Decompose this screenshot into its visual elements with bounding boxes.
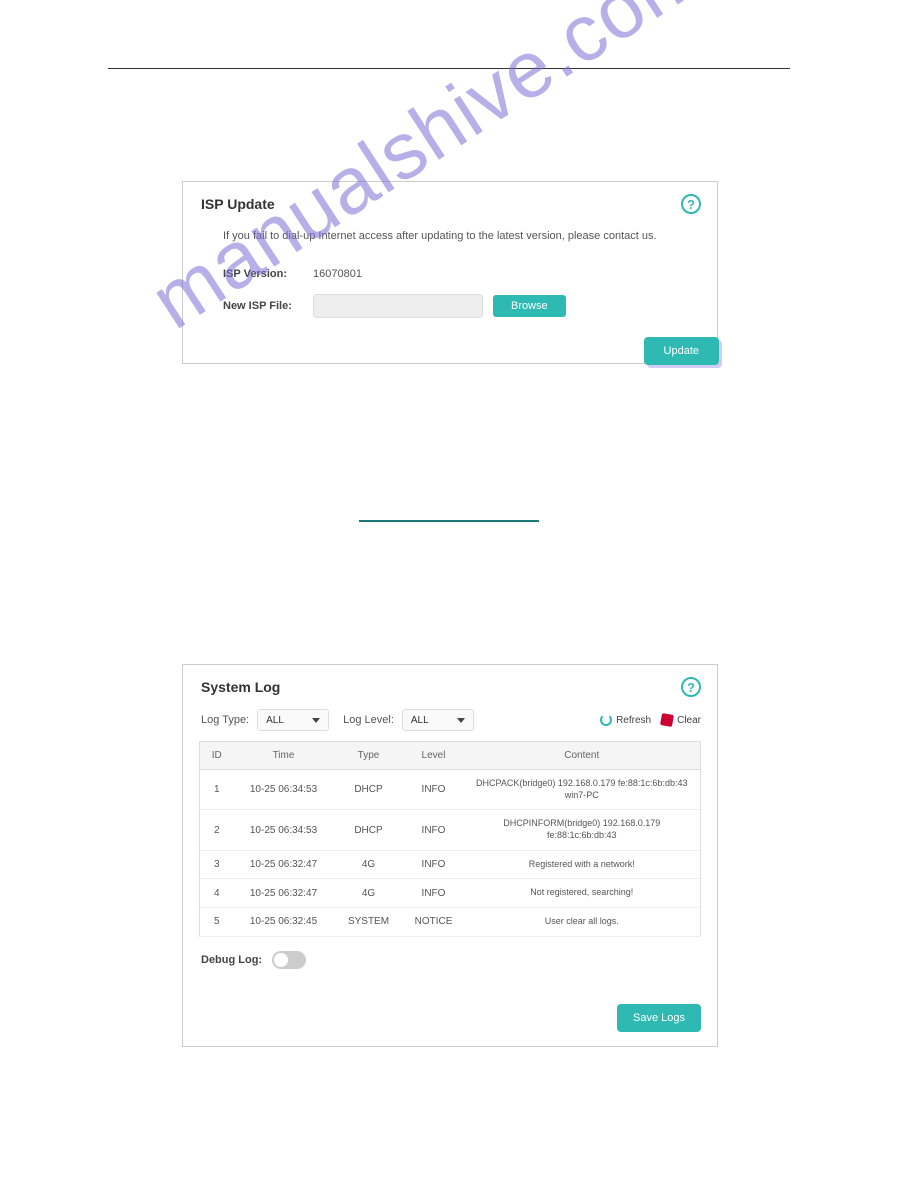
cell-level: INFO <box>404 879 464 908</box>
cell-id: 5 <box>200 908 234 937</box>
debug-log-label: Debug Log: <box>201 954 262 966</box>
cell-level: INFO <box>404 810 464 850</box>
cell-type: 4G <box>334 850 404 879</box>
page-top-rule <box>108 68 790 69</box>
log-controls-row: Log Type: ALL Log Level: ALL Refresh Cle… <box>183 703 717 741</box>
clear-icon <box>660 713 674 727</box>
log-type-select[interactable]: ALL <box>257 709 329 731</box>
cell-content: Not registered, searching! <box>464 879 701 908</box>
log-level-select[interactable]: ALL <box>402 709 474 731</box>
clear-label: Clear <box>677 715 701 726</box>
help-icon[interactable]: ? <box>681 194 701 214</box>
isp-version-value: 16070801 <box>313 268 362 280</box>
isp-note-text: If you fail to dial-up Internet access a… <box>223 230 687 242</box>
cell-time: 10-25 06:34:53 <box>234 770 334 810</box>
log-panel-title: System Log <box>201 679 280 695</box>
table-row: 3 10-25 06:32:47 4G INFO Registered with… <box>200 850 701 879</box>
debug-log-toggle[interactable] <box>272 951 306 969</box>
refresh-label: Refresh <box>616 715 651 726</box>
chevron-down-icon <box>312 718 320 723</box>
clear-button[interactable]: Clear <box>661 714 701 726</box>
cell-id: 2 <box>200 810 234 850</box>
cell-id: 4 <box>200 879 234 908</box>
isp-version-label: ISP Version: <box>223 268 313 280</box>
log-table: ID Time Type Level Content 1 10-25 06:34… <box>199 741 701 937</box>
cell-content: User clear all logs. <box>464 908 701 937</box>
cell-level: INFO <box>404 850 464 879</box>
log-table-header-row: ID Time Type Level Content <box>200 742 701 770</box>
log-level-value: ALL <box>411 715 429 726</box>
cell-time: 10-25 06:34:53 <box>234 810 334 850</box>
cell-level: NOTICE <box>404 908 464 937</box>
isp-file-input[interactable] <box>313 294 483 318</box>
col-type-header: Type <box>334 742 404 770</box>
cell-content: DHCPACK(bridge0) 192.168.0.179 fe:88:1c:… <box>464 770 701 810</box>
cell-type: 4G <box>334 879 404 908</box>
log-panel-header: System Log ? <box>183 665 717 703</box>
cell-id: 1 <box>200 770 234 810</box>
table-row: 4 10-25 06:32:47 4G INFO Not registered,… <box>200 879 701 908</box>
log-type-value: ALL <box>266 715 284 726</box>
cell-level: INFO <box>404 770 464 810</box>
log-table-body: 1 10-25 06:34:53 DHCP INFO DHCPACK(bridg… <box>200 770 701 937</box>
isp-panel-title: ISP Update <box>201 196 275 212</box>
isp-update-panel: ISP Update ? If you fail to dial-up Inte… <box>182 181 718 364</box>
system-log-panel: System Log ? Log Type: ALL Log Level: AL… <box>182 664 718 1047</box>
table-row: 2 10-25 06:34:53 DHCP INFO DHCPINFORM(br… <box>200 810 701 850</box>
table-row: 5 10-25 06:32:45 SYSTEM NOTICE User clea… <box>200 908 701 937</box>
log-level-label: Log Level: <box>343 714 394 726</box>
cell-type: DHCP <box>334 770 404 810</box>
col-id-header: ID <box>200 742 234 770</box>
cell-id: 3 <box>200 850 234 879</box>
help-icon[interactable]: ? <box>681 677 701 697</box>
refresh-button[interactable]: Refresh <box>600 714 651 726</box>
isp-newfile-label: New ISP File: <box>223 300 313 312</box>
cell-time: 10-25 06:32:47 <box>234 879 334 908</box>
cell-time: 10-25 06:32:47 <box>234 850 334 879</box>
cell-type: DHCP <box>334 810 404 850</box>
refresh-icon <box>600 714 612 726</box>
toggle-knob <box>274 953 288 967</box>
save-logs-button[interactable]: Save Logs <box>617 1004 701 1032</box>
isp-panel-body: If you fail to dial-up Internet access a… <box>183 220 717 318</box>
chevron-down-icon <box>457 718 465 723</box>
col-content-header: Content <box>464 742 701 770</box>
col-level-header: Level <box>404 742 464 770</box>
cell-type: SYSTEM <box>334 908 404 937</box>
isp-newfile-row: New ISP File: Browse <box>223 294 687 318</box>
col-time-header: Time <box>234 742 334 770</box>
table-row: 1 10-25 06:34:53 DHCP INFO DHCPACK(bridg… <box>200 770 701 810</box>
update-button[interactable]: Update <box>644 337 719 365</box>
isp-panel-header: ISP Update ? <box>183 182 717 220</box>
section-divider <box>359 520 539 522</box>
browse-button[interactable]: Browse <box>493 295 566 317</box>
cell-content: DHCPINFORM(bridge0) 192.168.0.179 fe:88:… <box>464 810 701 850</box>
cell-time: 10-25 06:32:45 <box>234 908 334 937</box>
debug-log-row: Debug Log: <box>183 937 717 969</box>
log-type-label: Log Type: <box>201 714 249 726</box>
cell-content: Registered with a network! <box>464 850 701 879</box>
isp-version-row: ISP Version: 16070801 <box>223 268 687 280</box>
